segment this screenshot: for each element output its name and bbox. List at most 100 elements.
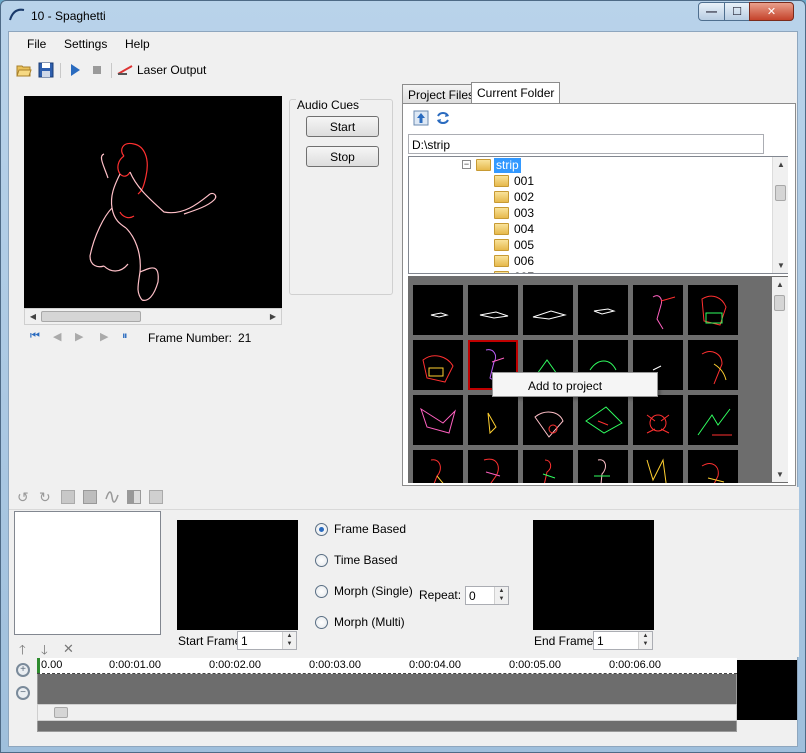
layer-list[interactable] <box>14 511 161 635</box>
thumbnail[interactable] <box>578 285 628 335</box>
menu-settings[interactable]: Settings <box>64 37 107 51</box>
scroll-thumb[interactable] <box>54 707 68 718</box>
scroll-thumb[interactable] <box>775 185 786 201</box>
tree-node-003[interactable]: 003 <box>514 206 534 221</box>
thumbnail[interactable] <box>633 450 683 483</box>
save-icon[interactable] <box>38 62 54 78</box>
audio-stop-button[interactable]: Stop <box>306 146 379 167</box>
radio-morph-single[interactable] <box>315 585 328 598</box>
next-frame-icon[interactable]: ▶ <box>75 330 83 343</box>
thumbnail[interactable] <box>578 395 628 445</box>
spinner-arrows-icon[interactable]: ▲ ▼ <box>282 632 296 649</box>
thumbnail[interactable] <box>523 395 573 445</box>
close-button[interactable]: ✕ <box>749 2 794 21</box>
thumbnail[interactable] <box>688 340 738 390</box>
thumbnail[interactable] <box>688 450 738 483</box>
maximize-button[interactable]: ☐ <box>724 2 750 21</box>
thumbnail[interactable] <box>468 285 518 335</box>
scroll-down-arrow-icon[interactable]: ▼ <box>772 467 788 482</box>
tree-node-004[interactable]: 004 <box>514 222 534 237</box>
zoom-in-icon[interactable]: + <box>16 663 30 677</box>
thumbnail[interactable] <box>633 395 683 445</box>
stop-icon[interactable] <box>89 62 105 78</box>
end-frame-spinner[interactable]: 1 ▲ ▼ <box>593 631 653 650</box>
scroll-thumb[interactable] <box>774 295 785 311</box>
context-menu-add-to-project[interactable]: Add to project <box>528 379 602 393</box>
refresh-icon[interactable] <box>435 110 451 126</box>
tab-project-files[interactable]: Project Files <box>402 84 481 104</box>
tree-node-006[interactable]: 006 <box>514 254 534 269</box>
tree-node-002[interactable]: 002 <box>514 190 534 205</box>
frame-preview-canvas[interactable] <box>24 96 282 308</box>
play-frames-icon[interactable]: ▶ <box>100 330 108 343</box>
play-icon[interactable] <box>67 62 83 78</box>
thumbnail[interactable] <box>688 285 738 335</box>
laser-output-icon[interactable] <box>117 62 133 78</box>
up-folder-icon[interactable] <box>413 110 429 126</box>
zoom-out-icon[interactable]: − <box>16 686 30 700</box>
scroll-down-arrow-icon[interactable]: ▼ <box>773 258 789 273</box>
folder-path-input[interactable]: D:\strip <box>408 134 764 154</box>
tree-vertical-scrollbar[interactable]: ▲ ▼ <box>772 157 788 273</box>
timeline-horizontal-scrollbar[interactable] <box>37 704 737 721</box>
move-up-icon[interactable]: 🡑 <box>19 641 26 663</box>
thumbnail[interactable] <box>468 450 518 483</box>
scroll-left-arrow-icon[interactable]: ◀ <box>25 309 41 324</box>
thumbnail[interactable] <box>413 395 463 445</box>
open-folder-icon[interactable] <box>16 62 32 78</box>
spinner-arrows-icon[interactable]: ▲ ▼ <box>638 632 652 649</box>
first-frame-icon[interactable]: ⏮ <box>30 330 40 343</box>
timeline-ruler[interactable]: 0.00 0:00:01.00 0:00:02.00 0:00:03.00 0:… <box>37 658 737 674</box>
scroll-up-arrow-icon[interactable]: ▲ <box>773 157 789 172</box>
preview-horizontal-scrollbar[interactable]: ◀ ▶ <box>24 308 282 325</box>
edit-frame-icon[interactable] <box>149 490 163 504</box>
thumbnail[interactable] <box>413 285 463 335</box>
thumbnail[interactable] <box>523 285 573 335</box>
thumbnail[interactable] <box>523 450 573 483</box>
radio-morph-multi[interactable] <box>315 616 328 629</box>
scroll-up-arrow-icon[interactable]: ▲ <box>772 277 788 292</box>
rotate-left-icon[interactable]: ↺ <box>17 490 31 504</box>
start-frame-spinner[interactable]: 1 ▲ ▼ <box>237 631 297 650</box>
radio-time-based[interactable] <box>315 554 328 567</box>
audio-cues-title: Audio Cues <box>296 98 361 112</box>
title-bar[interactable]: 10 - Spaghetti — ☐ ✕ <box>1 1 805 31</box>
fill-icon[interactable] <box>83 490 97 504</box>
tree-node-001[interactable]: 001 <box>514 174 534 189</box>
thumbnail[interactable] <box>468 395 518 445</box>
radio-frame-based-label[interactable]: Frame Based <box>334 522 406 536</box>
thumbnail[interactable] <box>413 450 463 483</box>
laser-output-button[interactable]: Laser Output <box>137 63 206 77</box>
radio-morph-single-label[interactable]: Morph (Single) <box>334 584 413 598</box>
thumbnail[interactable] <box>688 395 738 445</box>
tree-node-007[interactable]: 007 <box>514 270 534 273</box>
tree-node-strip[interactable]: strip <box>494 158 521 173</box>
copy-frame-icon[interactable] <box>61 490 75 504</box>
radio-frame-based[interactable] <box>315 523 328 536</box>
thumbnail[interactable] <box>413 340 463 390</box>
menu-help[interactable]: Help <box>125 37 150 51</box>
timeline-cursor[interactable] <box>37 658 40 673</box>
collapse-toggle-icon[interactable]: − <box>462 160 471 169</box>
minimize-button[interactable]: — <box>698 2 725 21</box>
pause-icon[interactable]: ⏸ <box>122 330 128 343</box>
scroll-thumb[interactable] <box>41 311 141 322</box>
tab-current-folder[interactable]: Current Folder <box>471 82 561 104</box>
rotate-right-icon[interactable]: ↻ <box>39 490 53 504</box>
repeat-spinner[interactable]: 0 ▲ ▼ <box>465 586 509 605</box>
folder-tree[interactable]: − strip 001 002 003 004 005 006 007 <box>408 156 788 274</box>
thumbnail[interactable] <box>633 285 683 335</box>
delete-icon[interactable]: ✕ <box>63 641 74 657</box>
spinner-arrows-icon[interactable]: ▲ ▼ <box>494 587 508 604</box>
thumbnail[interactable] <box>578 450 628 483</box>
tree-node-005[interactable]: 005 <box>514 238 534 253</box>
scroll-right-arrow-icon[interactable]: ▶ <box>265 309 281 324</box>
radio-time-based-label[interactable]: Time Based <box>334 553 398 567</box>
wave-icon[interactable] <box>105 490 119 504</box>
radio-morph-multi-label[interactable]: Morph (Multi) <box>334 615 405 629</box>
gradient-icon[interactable] <box>127 490 141 504</box>
previous-frame-icon[interactable]: ◀ <box>53 330 61 343</box>
menu-file[interactable]: File <box>27 37 46 51</box>
thumbnails-vertical-scrollbar[interactable]: ▲ ▼ <box>772 277 788 482</box>
audio-start-button[interactable]: Start <box>306 116 379 137</box>
